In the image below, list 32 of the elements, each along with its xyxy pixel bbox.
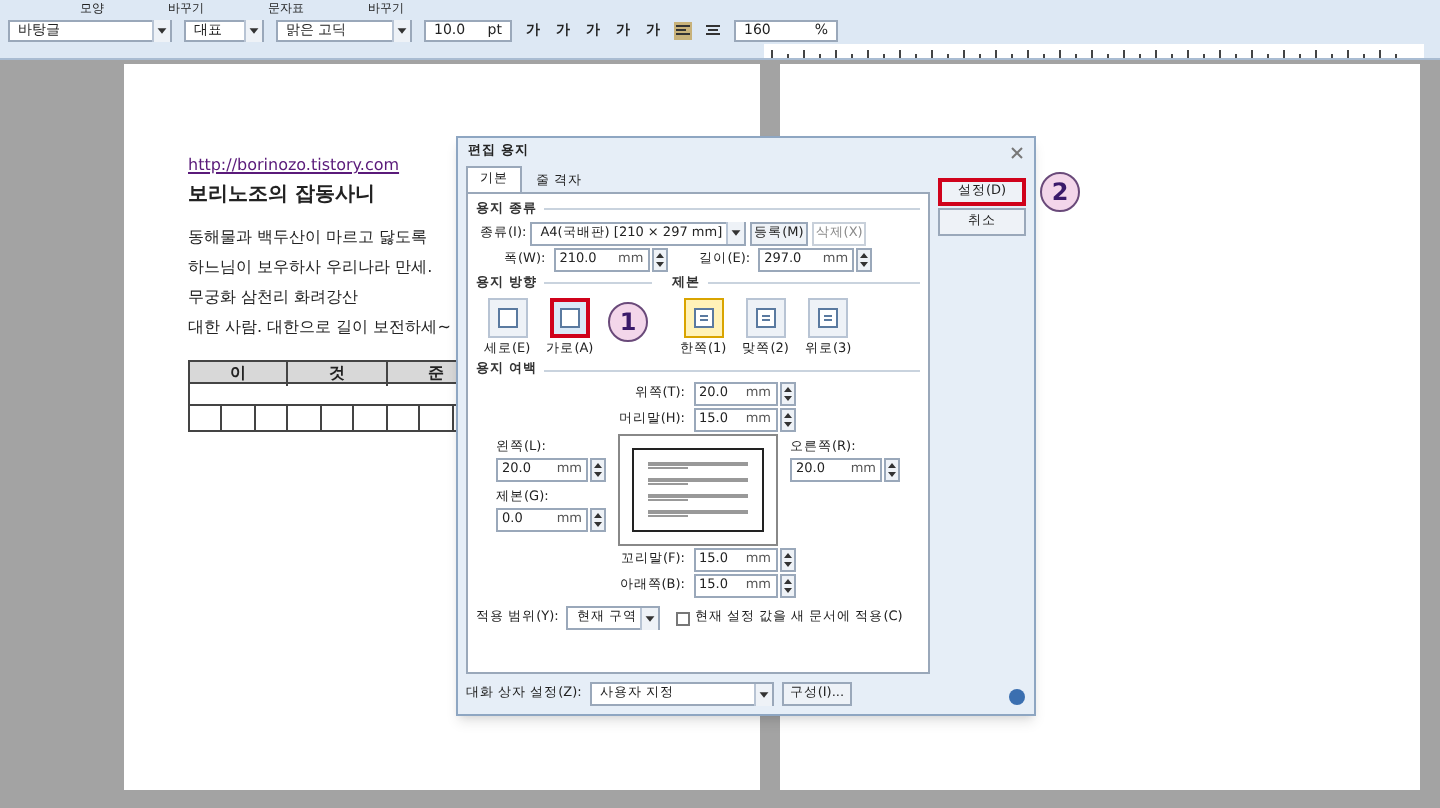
text-line: 동해물과 백두산이 마르고 닳도록 (188, 226, 428, 250)
text-line: 대한 사람. 대한으로 길이 보전하세~ (188, 316, 451, 340)
spinner-icon[interactable] (779, 548, 795, 572)
table-header: 것 (288, 362, 388, 386)
spinner-icon[interactable] (779, 382, 795, 406)
align-left-icon[interactable] (674, 22, 692, 40)
page-icon (753, 305, 778, 329)
spinner-icon[interactable] (590, 457, 606, 482)
align-center-icon[interactable] (704, 22, 722, 40)
checkbox[interactable] (676, 611, 691, 625)
table-header: 이 (190, 362, 289, 386)
spinner-icon[interactable] (856, 247, 873, 272)
spinner-icon[interactable] (779, 408, 795, 432)
spinner-icon[interactable] (590, 507, 606, 531)
page-icon (816, 305, 841, 329)
document-title: 보리노조의 잡동사니 (188, 182, 375, 210)
text-line: 무궁화 삼천리 화려강산 (188, 286, 359, 310)
page-icon (495, 305, 520, 329)
page-icon (557, 305, 582, 329)
spinner-icon[interactable] (651, 247, 668, 272)
binding-option[interactable] (683, 297, 724, 337)
landscape-page-drawing (632, 448, 764, 532)
page-icon (691, 305, 716, 329)
binding-option[interactable] (745, 297, 786, 337)
binding-option[interactable] (808, 297, 849, 337)
blog-link[interactable]: http://borinozo.tistory.com (188, 154, 400, 178)
close-icon[interactable] (1010, 145, 1024, 159)
spinner-icon[interactable] (779, 574, 795, 598)
text-line: 하느님이 보우하사 우리나라 만세. (188, 256, 433, 280)
orientation-option[interactable] (549, 297, 590, 337)
spinner-icon[interactable] (884, 457, 900, 482)
orientation-option[interactable] (487, 297, 528, 337)
